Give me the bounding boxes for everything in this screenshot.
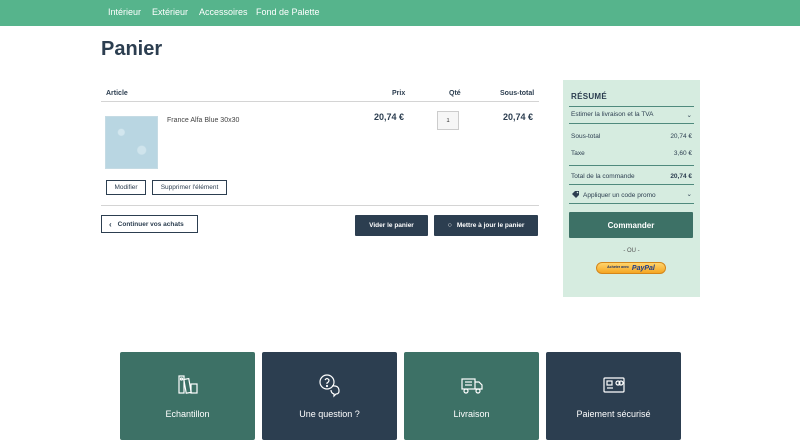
summary-divider <box>569 203 694 204</box>
column-header-article: Article <box>106 90 128 97</box>
item-divider <box>101 205 539 206</box>
nav-item-exterieur[interactable]: Extérieur <box>152 7 188 17</box>
summary-divider <box>569 165 694 166</box>
estimate-shipping-label: Estimer la livraison et la TVA <box>571 111 654 118</box>
refresh-icon: ○ <box>447 222 452 229</box>
checkout-button[interactable]: Commander <box>569 212 693 238</box>
item-price: 20,74 € <box>374 112 405 122</box>
swatch-icon <box>175 372 201 398</box>
feature-tile-paiement[interactable]: Paiement sécurisé <box>546 352 681 440</box>
summary-tax-value: 3,60 € <box>673 150 692 157</box>
summary-total-row: Total de la commande 20,74 € <box>571 173 692 180</box>
item-subtotal: 20,74 € <box>503 112 534 122</box>
summary-subtotal-value: 20,74 € <box>670 133 692 140</box>
summary-divider <box>569 106 694 107</box>
delete-item-button[interactable]: Supprimer l'élément <box>152 180 227 195</box>
nav-item-interieur[interactable]: Intérieur <box>108 7 141 17</box>
summary-tax-row: Taxe 3,60 € <box>571 150 692 157</box>
feature-label-paiement: Paiement sécurisé <box>576 409 651 419</box>
question-chat-icon <box>317 372 343 398</box>
continue-shopping-button[interactable]: ‹ Continuer vos achats <box>101 215 198 233</box>
summary-tax-label: Taxe <box>571 150 585 157</box>
card-payment-icon <box>601 372 627 398</box>
update-cart-label: Mettre à jour le panier <box>456 222 525 229</box>
summary-total-value: 20,74 € <box>670 173 692 180</box>
column-header-subtotal: Sous-total <box>500 90 535 97</box>
continue-shopping-label: Continuer vos achats <box>117 220 184 228</box>
quantity-input[interactable] <box>437 111 459 130</box>
nav-item-fond-de-palette[interactable]: Fond de Palette <box>256 7 320 17</box>
chevron-down-icon: ⌄ <box>686 191 692 198</box>
or-separator: - OU - <box>623 248 640 254</box>
page-title: Panier <box>101 38 163 60</box>
column-header-qty: Qté <box>449 90 461 97</box>
promo-code-toggle[interactable]: Appliquer un code promo ⌄ <box>571 190 692 200</box>
product-thumbnail[interactable] <box>105 116 158 169</box>
feature-tile-echantillon[interactable]: Echantillon <box>120 352 255 440</box>
top-nav: Intérieur Extérieur Accessoires Fond de … <box>0 0 800 26</box>
summary-divider <box>569 184 694 185</box>
truck-icon <box>459 372 485 398</box>
order-summary: RÉSUMÉ Estimer la livraison et la TVA ⌄ … <box>563 80 700 297</box>
update-cart-button[interactable]: ○ Mettre à jour le panier <box>434 215 538 236</box>
chevron-left-icon: ‹ <box>109 219 112 229</box>
feature-label-echantillon: Echantillon <box>165 409 210 419</box>
feature-tile-livraison[interactable]: Livraison <box>404 352 539 440</box>
feature-label-question: Une question ? <box>299 409 360 419</box>
summary-divider <box>569 123 694 124</box>
empty-cart-button[interactable]: Vider le panier <box>355 215 428 236</box>
column-header-price: Prix <box>392 90 406 97</box>
edit-item-button[interactable]: Modifier <box>106 180 146 195</box>
summary-subtotal-row: Sous-total 20,74 € <box>571 133 692 140</box>
estimate-shipping-toggle[interactable]: Estimer la livraison et la TVA ⌄ <box>571 111 692 119</box>
paypal-button[interactable]: Acheter avec PayPal <box>596 262 666 274</box>
promo-code-label-wrap: Appliquer un code promo <box>571 190 656 200</box>
paypal-logo: PayPal <box>631 264 655 272</box>
product-name[interactable]: France Alfa Blue 30x30 <box>167 117 239 124</box>
paypal-buy-label: Acheter avec <box>607 265 629 270</box>
header-divider <box>101 101 539 102</box>
promo-code-label: Appliquer un code promo <box>583 191 656 199</box>
chevron-down-icon: ⌄ <box>686 112 692 119</box>
nav-item-accessoires[interactable]: Accessoires <box>199 7 248 17</box>
summary-title: RÉSUMÉ <box>571 92 608 101</box>
tag-icon <box>571 190 580 200</box>
feature-label-livraison: Livraison <box>453 409 490 419</box>
summary-subtotal-label: Sous-total <box>571 133 601 140</box>
summary-total-label: Total de la commande <box>571 173 635 180</box>
feature-tile-question[interactable]: Une question ? <box>262 352 397 440</box>
